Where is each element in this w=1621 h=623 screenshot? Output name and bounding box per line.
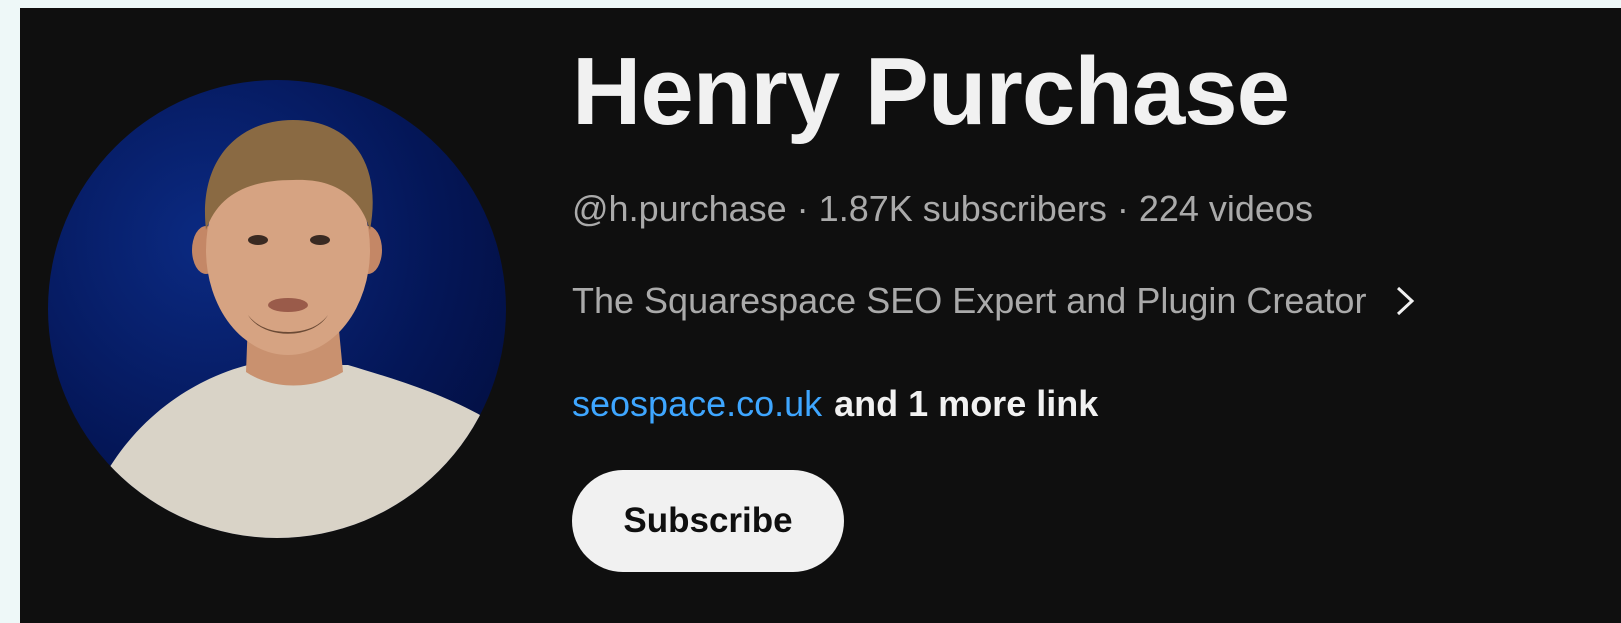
channel-meta: @h.purchase · 1.87K subscribers · 224 videos	[572, 191, 1313, 227]
description-text: The Squarespace SEO Expert and Plugin Cr…	[572, 280, 1367, 321]
channel-avatar[interactable]	[48, 80, 506, 538]
channel-name: Henry Purchase	[572, 38, 1290, 145]
channel-header: Henry Purchase @h.purchase · 1.87K subscri…	[20, 8, 1621, 623]
video-count: 224 videos	[1138, 188, 1313, 229]
meta-separator: ·	[796, 188, 809, 229]
subscribe-button[interactable]: Subscribe	[572, 470, 844, 572]
chevron-right-icon[interactable]	[1394, 284, 1416, 318]
website-link[interactable]: seospace.co.uk	[572, 383, 822, 424]
meta-separator: ·	[1116, 188, 1129, 229]
avatar-photo	[60, 120, 506, 538]
channel-handle: @h.purchase	[572, 188, 787, 229]
channel-links: seospace.co.uk and 1 more link	[572, 386, 1098, 422]
channel-description[interactable]: The Squarespace SEO Expert and Plugin Cr…	[572, 283, 1416, 319]
more-links-button[interactable]: and 1 more link	[834, 383, 1098, 424]
subscriber-count: 1.87K subscribers	[818, 188, 1107, 229]
